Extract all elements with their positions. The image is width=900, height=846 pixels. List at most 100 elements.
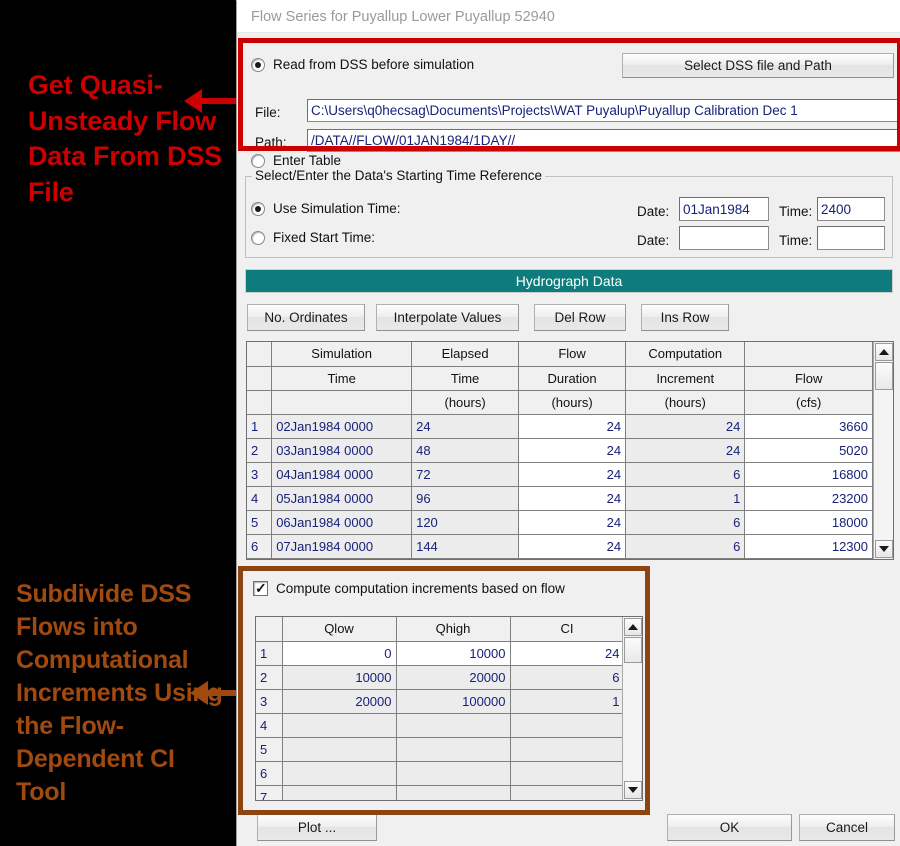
ci-cell-ci[interactable]	[510, 785, 622, 800]
list-item[interactable]: 6	[256, 761, 622, 786]
cell-simulation-time[interactable]: 07Jan1984 0000	[271, 534, 413, 559]
ci-row-number[interactable]: 7	[256, 785, 283, 800]
ci-cell-qhigh[interactable]	[396, 785, 511, 800]
enter-table-radio[interactable]: Enter Table	[251, 153, 341, 168]
ci-row-number[interactable]: 3	[256, 689, 283, 714]
ci-cell-qlow[interactable]	[282, 761, 397, 786]
ci-row-number[interactable]: 1	[256, 641, 283, 666]
table-row[interactable]: 6 07Jan1984 0000 144 24 6 12300	[247, 534, 873, 559]
cell-flow[interactable]: 12300	[744, 534, 873, 559]
ci-cell-qlow[interactable]: 0	[282, 641, 397, 666]
table-row[interactable]: 1 02Jan1984 0000 24 24 24 3660	[247, 414, 873, 439]
cell-computation-increment[interactable]: 6	[625, 462, 746, 487]
read-from-dss-radio[interactable]: Read from DSS before simulation	[251, 57, 474, 72]
row-number[interactable]: 4	[247, 486, 273, 511]
cell-computation-increment[interactable]: 6	[625, 534, 746, 559]
ci-scrollbar[interactable]	[622, 617, 642, 800]
row-number[interactable]: 2	[247, 438, 273, 463]
plot-button[interactable]: Plot ...	[257, 814, 377, 841]
cell-flow[interactable]: 3660	[744, 414, 873, 439]
ci-cell-ci[interactable]: 1	[510, 689, 622, 714]
cell-elapsed-time[interactable]: 120	[411, 510, 520, 535]
ci-cell-ci[interactable]	[510, 737, 622, 762]
scrollbar-thumb[interactable]	[875, 362, 893, 390]
fixed-start-time-radio[interactable]: Fixed Start Time:	[251, 230, 375, 245]
fixed-time-input[interactable]	[817, 226, 885, 250]
cancel-button[interactable]: Cancel	[799, 814, 895, 841]
cell-computation-increment[interactable]: 1	[625, 486, 746, 511]
list-item[interactable]: 2 10000 20000 6	[256, 665, 622, 690]
cell-simulation-time[interactable]: 05Jan1984 0000	[271, 486, 413, 511]
cell-flow-duration[interactable]: 24	[518, 462, 627, 487]
cell-elapsed-time[interactable]: 96	[411, 486, 520, 511]
cell-partial[interactable]	[625, 558, 746, 559]
cell-computation-increment[interactable]: 6	[625, 510, 746, 535]
ci-cell-qlow[interactable]	[282, 737, 397, 762]
no-ordinates-button[interactable]: No. Ordinates	[247, 304, 365, 331]
table-row[interactable]: 4 05Jan1984 0000 96 24 1 23200	[247, 486, 873, 511]
cell-flow-duration[interactable]: 24	[518, 438, 627, 463]
scroll-down-button[interactable]	[875, 540, 893, 558]
ci-table[interactable]: Qlow Qhigh CI 1 0 10000 24 2 10000 20000 6 3 2000…	[255, 616, 643, 801]
ci-cell-qhigh[interactable]	[396, 761, 511, 786]
ci-cell-qhigh[interactable]: 100000	[396, 689, 511, 714]
hydrograph-scrollbar[interactable]	[873, 342, 893, 559]
ci-cell-qlow[interactable]: 20000	[282, 689, 397, 714]
list-item[interactable]: 3 20000 100000 1	[256, 689, 622, 714]
scroll-up-button[interactable]	[875, 343, 893, 361]
ci-cell-qhigh[interactable]: 20000	[396, 665, 511, 690]
sim-time-input[interactable]: 2400	[817, 197, 885, 221]
ci-cell-qhigh[interactable]	[396, 713, 511, 738]
cell-elapsed-time[interactable]: 48	[411, 438, 520, 463]
interpolate-values-button[interactable]: Interpolate Values	[376, 304, 519, 331]
ci-cell-qlow[interactable]	[282, 785, 397, 800]
ci-row-number[interactable]: 5	[256, 737, 283, 762]
cell-elapsed-time[interactable]: 72	[411, 462, 520, 487]
cell-elapsed-time[interactable]: 24	[411, 414, 520, 439]
scroll-up-button[interactable]	[624, 618, 642, 636]
table-row[interactable]: 3 04Jan1984 0000 72 24 6 16800	[247, 462, 873, 487]
ci-cell-ci[interactable]	[510, 713, 622, 738]
ci-row-number[interactable]: 6	[256, 761, 283, 786]
cell-flow[interactable]: 5020	[744, 438, 873, 463]
row-number[interactable]: 6	[247, 534, 273, 559]
table-row[interactable]: 5 06Jan1984 0000 120 24 6 18000	[247, 510, 873, 535]
path-input[interactable]: /DATA//FLOW/01JAN1984/1DAY//	[307, 129, 900, 152]
ins-row-button[interactable]: Ins Row	[641, 304, 729, 331]
table-row[interactable]: 2 03Jan1984 0000 48 24 24 5020	[247, 438, 873, 463]
cell-flow-duration[interactable]: 24	[518, 414, 627, 439]
cell-simulation-time[interactable]: 03Jan1984 0000	[271, 438, 413, 463]
cell-partial[interactable]	[744, 558, 873, 559]
cell-flow-duration[interactable]: 24	[518, 510, 627, 535]
ci-cell-ci[interactable]	[510, 761, 622, 786]
compute-increments-checkbox[interactable]: ✓ Compute computation increments based o…	[253, 581, 565, 596]
cell-flow[interactable]: 16800	[744, 462, 873, 487]
ok-button[interactable]: OK	[667, 814, 792, 841]
cell-simulation-time[interactable]: 02Jan1984 0000	[271, 414, 413, 439]
cell-elapsed-time[interactable]: 144	[411, 534, 520, 559]
ci-row-number[interactable]: 4	[256, 713, 283, 738]
ci-cell-ci[interactable]: 6	[510, 665, 622, 690]
sim-date-input[interactable]: 01Jan1984	[679, 197, 769, 221]
cell-partial[interactable]	[411, 558, 520, 559]
scrollbar-thumb[interactable]	[624, 637, 642, 663]
del-row-button[interactable]: Del Row	[534, 304, 626, 331]
ci-cell-qhigh[interactable]: 10000	[396, 641, 511, 666]
row-number[interactable]: 5	[247, 510, 273, 535]
row-number[interactable]: 1	[247, 414, 273, 439]
cell-flow[interactable]: 18000	[744, 510, 873, 535]
cell-partial[interactable]	[247, 558, 273, 559]
list-item[interactable]: 1 0 10000 24	[256, 641, 622, 666]
list-item[interactable]: 4	[256, 713, 622, 738]
cell-flow-duration[interactable]: 24	[518, 486, 627, 511]
list-item[interactable]: 5	[256, 737, 622, 762]
file-input[interactable]: C:\Users\q0hecsag\Documents\Projects\WAT…	[307, 99, 900, 122]
ci-cell-qlow[interactable]: 10000	[282, 665, 397, 690]
select-dss-file-and-path-button[interactable]: Select DSS file and Path	[622, 53, 894, 78]
fixed-date-input[interactable]	[679, 226, 769, 250]
cell-computation-increment[interactable]: 24	[625, 414, 746, 439]
use-simulation-time-radio[interactable]: Use Simulation Time:	[251, 201, 401, 216]
list-item[interactable]: 7	[256, 785, 622, 800]
row-number[interactable]: 3	[247, 462, 273, 487]
hydrograph-table[interactable]: Simulation Elapsed Flow Computation Time…	[246, 341, 894, 560]
